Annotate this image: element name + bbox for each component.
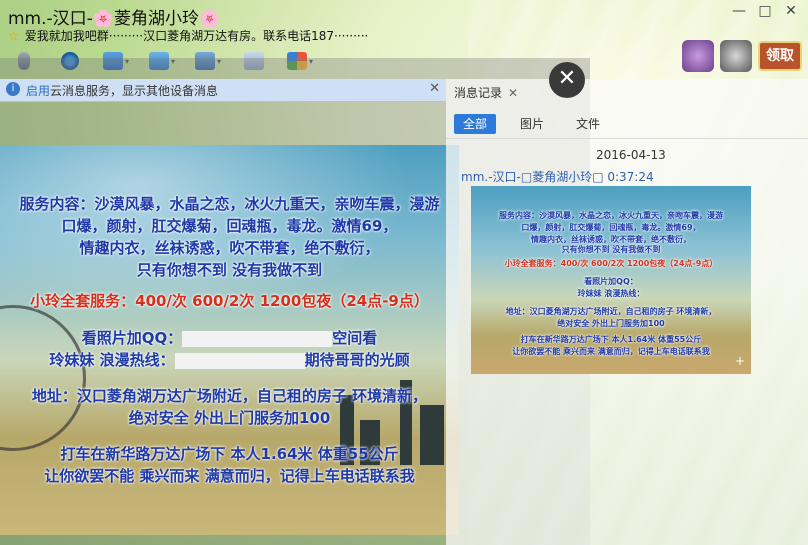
flower-icon: 🌸 <box>92 9 114 29</box>
message-sender-line: mm.-汉口-□菱角湖小玲□ 0:37:24 <box>461 168 654 185</box>
group-signature: ☆ 爱我就加我吧群·········汉口菱角湖万达有房。联系电话187······… <box>8 27 368 44</box>
game-character-icon[interactable] <box>720 40 752 72</box>
thumb-text: 看照片加QQ： <box>584 277 638 286</box>
title-bar: mm.-汉口-🌸菱角湖小玲🌸 — □ ✕ <box>0 0 808 29</box>
maximize-button[interactable]: □ <box>754 2 776 20</box>
ad-hotline-label: 玲妹妹 浪漫热线： <box>49 351 175 369</box>
claim-button[interactable]: 领取 <box>758 41 802 71</box>
ad-qq-suffix: 空间看 <box>332 329 378 347</box>
image-preview[interactable]: 服务内容：沙漠风暴，水晶之恋，冰火九重天，亲吻车震，漫游 口爆，颜射，肛交爆菊，… <box>0 145 459 535</box>
tab-close-icon[interactable]: ✕ <box>508 86 518 100</box>
thumb-text: 让你欲罢不能 乘兴而来 满意而归，记得上车电话联系我 <box>512 347 710 356</box>
message-history-tab[interactable]: 消息记录 ✕ <box>454 84 518 106</box>
window-title: mm.-汉口-🌸菱角湖小玲🌸 <box>8 4 220 29</box>
message-date: 2016-04-13 <box>596 148 666 162</box>
ad-directions-line: 让你欲罢不能 乘兴而来 满意而归，记得上车电话联系我 <box>44 467 415 485</box>
redacted-block <box>182 330 333 347</box>
redacted-block <box>174 352 305 369</box>
close-viewer-button[interactable]: ✕ <box>549 62 585 98</box>
thumb-text: 小玲全套服务：400/次 600/2次 1200包夜（24点-9点） <box>504 259 718 268</box>
thumb-text: 只有你想不到 没有我做不到 <box>561 245 661 254</box>
notice-close-icon[interactable]: ✕ <box>429 81 440 96</box>
ad-line: 服务内容：沙漠风暴，水晶之恋，冰火九重天，亲吻车震，漫游 <box>19 195 440 213</box>
game-character-icon[interactable] <box>682 40 714 72</box>
signature-text: 爱我就加我吧群·········汉口菱角湖万达有房。联系电话187·······… <box>24 29 369 43</box>
tab-files[interactable]: 文件 <box>564 114 612 134</box>
tab-images[interactable]: 图片 <box>510 114 554 134</box>
ad-price-line: 小玲全套服务：400/次 600/2次 1200包夜（24点-9点） <box>30 292 429 310</box>
message-time: 0:37:24 <box>607 170 654 184</box>
thumb-text: 地址：汉口菱角湖万达广场附近，自己租的房子 环境清新， <box>505 307 717 316</box>
ad-contact-line: 看照片加QQ： 空间看 <box>0 327 459 348</box>
tab-all[interactable]: 全部 <box>454 114 496 134</box>
thumb-text: 打车在新华路万达广场下 本人1.64米 体重55公斤 <box>520 335 702 344</box>
history-filter-tabs: 全部 图片 文件 <box>446 110 808 139</box>
title-main: 菱角湖小玲 <box>113 9 199 29</box>
star-icon: ☆ <box>8 29 19 43</box>
ad-contact-line: 玲妹妹 浪漫热线： 期待哥哥的光顾 <box>0 349 459 370</box>
sender-name: mm.-汉口-□菱角湖小玲□ <box>461 170 604 184</box>
flower-icon: 🌸 <box>198 9 221 29</box>
close-window-button[interactable]: ✕ <box>780 2 802 20</box>
notice-text: 启用云消息服务，显示其他设备消息 <box>26 82 218 99</box>
minimize-button[interactable]: — <box>728 2 750 20</box>
thumb-text: 口爆，颜射，肛交爆菊，回魂瓶，毒龙。激情69， <box>521 223 701 232</box>
ad-address-line: 地址：汉口菱角湖万达广场附近，自己租的房子 环境清新， <box>31 387 428 405</box>
ad-line: 情趣内衣，丝袜诱惑，吹不带套，绝不敷衍， <box>79 239 380 257</box>
notice-message: 云消息服务，显示其他设备消息 <box>50 84 219 98</box>
cloud-message-notice: i 启用云消息服务，显示其他设备消息 ✕ <box>0 79 446 102</box>
tab-title: 消息记录 <box>454 86 503 100</box>
thumb-text: 绝对安全 外出上门服务加100 <box>557 319 665 328</box>
ad-line: 口爆，颜射，肛交爆菊，回魂瓶，毒龙。激情69， <box>61 217 398 235</box>
enable-link[interactable]: 启用 <box>26 84 50 98</box>
ad-qq-label: 看照片加QQ： <box>81 329 183 347</box>
thumb-text: 玲妹妹 浪漫热线： <box>577 289 645 298</box>
ad-address-line: 绝对安全 外出上门服务加100 <box>128 409 331 427</box>
message-image-thumbnail[interactable]: 服务内容：沙漠风暴，水晶之恋，冰火九重天，亲吻车震，漫游 口爆，颜射，肛交爆菊，… <box>471 186 751 374</box>
title-prefix: mm.-汉口- <box>8 9 93 29</box>
info-icon: i <box>6 82 20 96</box>
game-promo-area: 领取 <box>682 40 802 72</box>
thumb-text: 服务内容：沙漠风暴，水晶之恋，冰火九重天，亲吻车震，漫游 <box>499 211 723 220</box>
ad-hotline-suffix: 期待哥哥的光顾 <box>304 351 410 369</box>
ad-line: 只有你想不到 没有我做不到 <box>136 261 323 279</box>
ad-directions-line: 打车在新华路万达广场下 本人1.64米 体重55公斤 <box>60 445 399 463</box>
expand-plus-icon[interactable]: + <box>735 354 745 368</box>
